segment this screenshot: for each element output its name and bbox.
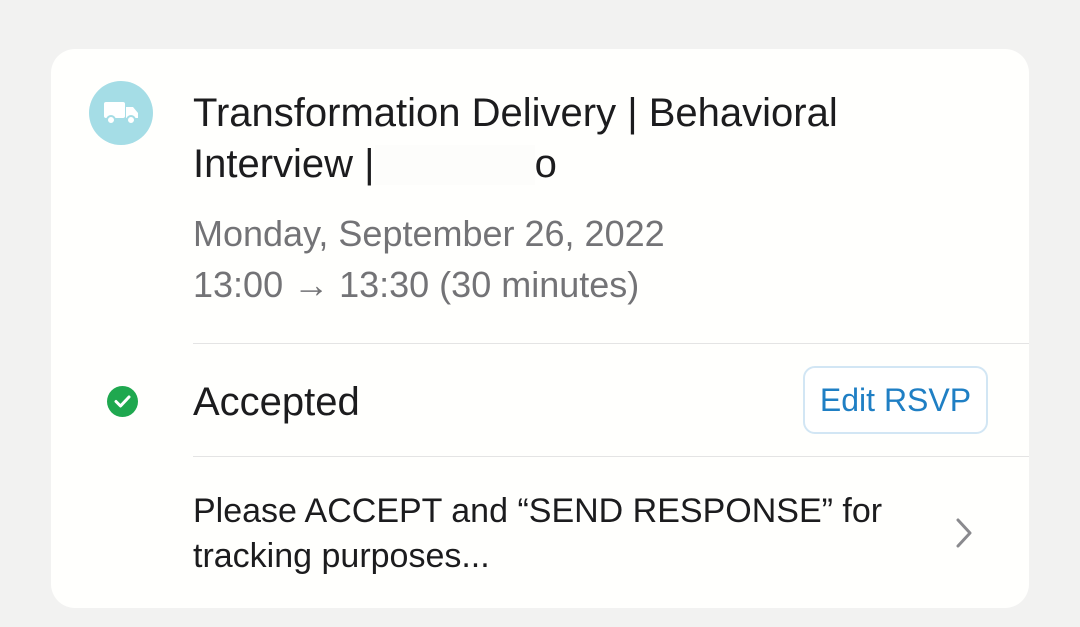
event-title-tail: o <box>534 142 557 186</box>
divider <box>193 343 1029 344</box>
event-note-text: Please ACCEPT and “SEND RESPONSE” for tr… <box>193 492 883 575</box>
rsvp-status: Accepted <box>193 380 360 424</box>
event-note-row[interactable]: Please ACCEPT and “SEND RESPONSE” for tr… <box>51 457 1029 587</box>
event-date: Monday, September 26, 2022 <box>193 213 665 254</box>
chevron-right-icon <box>956 518 972 548</box>
redacted-region <box>374 145 535 185</box>
event-time: 13:00 → 13:30 (30 minutes) <box>193 264 640 305</box>
check-circle-icon <box>107 386 138 417</box>
delivery-truck-icon <box>89 81 153 145</box>
edit-rsvp-button[interactable]: Edit RSVP <box>803 366 988 434</box>
event-title: Transformation Delivery | Behavioral Int… <box>193 88 993 190</box>
